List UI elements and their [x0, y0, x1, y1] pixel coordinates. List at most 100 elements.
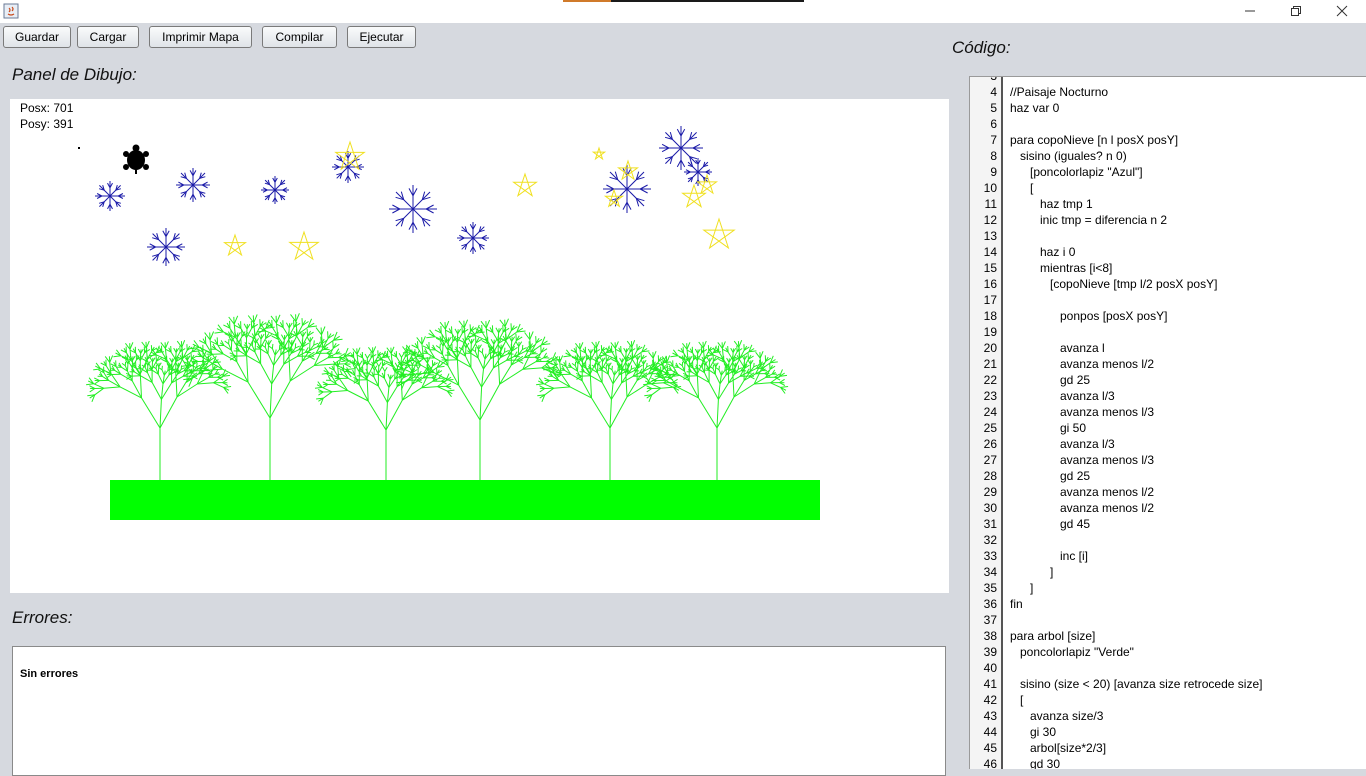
- line-number: 39: [970, 644, 997, 660]
- errors-box[interactable]: Sin errores: [12, 646, 946, 776]
- snowflake: [261, 176, 289, 204]
- star: [619, 161, 638, 179]
- code-text: fin: [1010, 596, 1023, 612]
- line-number: 32: [970, 532, 997, 548]
- code-text: arbol[size*2/3]: [1010, 740, 1106, 756]
- line-number: 21: [970, 356, 997, 372]
- posx-readout: Posx: 701: [20, 101, 73, 115]
- title-accent-bar-left: [563, 0, 611, 2]
- line-number: 9: [970, 164, 997, 180]
- line-number: 34: [970, 564, 997, 580]
- restore-button[interactable]: [1273, 0, 1319, 23]
- tree: [643, 340, 788, 480]
- snowflake: [147, 228, 185, 266]
- line-number: 44: [970, 724, 997, 740]
- line-number: 29: [970, 484, 997, 500]
- imprimir-mapa-button[interactable]: Imprimir Mapa: [149, 26, 252, 48]
- tree: [395, 319, 562, 480]
- line-number: 5: [970, 100, 997, 116]
- code-text: para arbol [size]: [1010, 628, 1095, 644]
- code-text: avanza menos l/2: [1010, 356, 1154, 372]
- star: [514, 174, 537, 196]
- snowflake: [659, 126, 703, 170]
- code-text: gi 30: [1010, 724, 1056, 740]
- star: [698, 175, 717, 193]
- line-number: 42: [970, 692, 997, 708]
- line-number: 40: [970, 660, 997, 676]
- code-text: avanza l/3: [1010, 436, 1115, 452]
- line-number: 26: [970, 436, 997, 452]
- star: [225, 235, 246, 255]
- line-number: 20: [970, 340, 997, 356]
- line-number: 24: [970, 404, 997, 420]
- code-panel-title: Código:: [952, 38, 1011, 58]
- snowflake: [176, 168, 210, 202]
- line-number: 8: [970, 148, 997, 164]
- line-number: 19: [970, 324, 997, 340]
- ground-rect: [110, 480, 820, 520]
- line-number: 27: [970, 452, 997, 468]
- line-number: 41: [970, 676, 997, 692]
- line-number: 18: [970, 308, 997, 324]
- tree: [182, 313, 355, 480]
- cargar-button[interactable]: Cargar: [77, 26, 139, 48]
- errors-message: Sin errores: [20, 668, 78, 680]
- code-text: inc [i]: [1010, 548, 1088, 564]
- drawing-canvas[interactable]: Posx: 701 Posy: 391: [10, 99, 949, 593]
- snowflake: [389, 185, 437, 233]
- line-number: 12: [970, 212, 997, 228]
- line-number: 6: [970, 116, 997, 132]
- code-text: inic tmp = diferencia n 2: [1010, 212, 1167, 228]
- line-number: 16: [970, 276, 997, 292]
- snowflake: [95, 181, 125, 211]
- tree: [536, 340, 681, 480]
- line-number: 23: [970, 388, 997, 404]
- code-editor[interactable]: 34//Paisaje Nocturno5haz var 067para cop…: [969, 76, 1366, 769]
- code-text: poncolorlapiz "Verde": [1010, 644, 1134, 660]
- line-number: 36: [970, 596, 997, 612]
- title-bar: [0, 0, 1366, 23]
- minimize-icon: [1244, 5, 1256, 17]
- line-number: 25: [970, 420, 997, 436]
- line-number: 33: [970, 548, 997, 564]
- code-text: gd 30: [1010, 756, 1060, 769]
- code-text: haz tmp 1: [1010, 196, 1093, 212]
- line-number: 46: [970, 756, 997, 769]
- errors-panel-title: Errores:: [12, 608, 72, 628]
- code-text: ]: [1010, 564, 1053, 580]
- code-text: sisino (size < 20) [avanza size retroced…: [1010, 676, 1262, 692]
- code-text: avanza l: [1010, 340, 1105, 356]
- turtle-icon: [123, 145, 149, 175]
- star: [290, 232, 319, 259]
- line-number: 35: [970, 580, 997, 596]
- code-text: gi 50: [1010, 420, 1086, 436]
- close-button[interactable]: [1319, 0, 1365, 23]
- code-text: //Paisaje Nocturno: [1010, 84, 1108, 100]
- code-text: avanza l/3: [1010, 388, 1115, 404]
- guardar-button[interactable]: Guardar: [3, 26, 71, 48]
- java-app-icon: [3, 3, 19, 19]
- code-text: ponpos [posX posY]: [1010, 308, 1167, 324]
- line-number: 4: [970, 84, 997, 100]
- code-text: avanza menos l/3: [1010, 404, 1154, 420]
- line-number: 10: [970, 180, 997, 196]
- code-text: para copoNieve [n l posX posY]: [1010, 132, 1178, 148]
- tree: [315, 346, 454, 480]
- line-number: 43: [970, 708, 997, 724]
- line-number: 14: [970, 244, 997, 260]
- line-number: 22: [970, 372, 997, 388]
- star: [593, 148, 604, 159]
- compilar-button[interactable]: Compilar: [262, 26, 337, 48]
- code-text: gd 25: [1010, 372, 1090, 388]
- line-number: 13: [970, 228, 997, 244]
- code-text: avanza menos l/2: [1010, 500, 1154, 516]
- minimize-button[interactable]: [1227, 0, 1273, 23]
- drawing-panel-title: Panel de Dibujo:: [12, 65, 137, 85]
- snowflake: [457, 222, 489, 254]
- ejecutar-button[interactable]: Ejecutar: [347, 26, 416, 48]
- close-icon: [1336, 5, 1348, 17]
- code-text: ]: [1010, 580, 1033, 596]
- restore-icon: [1290, 5, 1302, 17]
- code-text: avanza menos l/3: [1010, 452, 1154, 468]
- line-number: 15: [970, 260, 997, 276]
